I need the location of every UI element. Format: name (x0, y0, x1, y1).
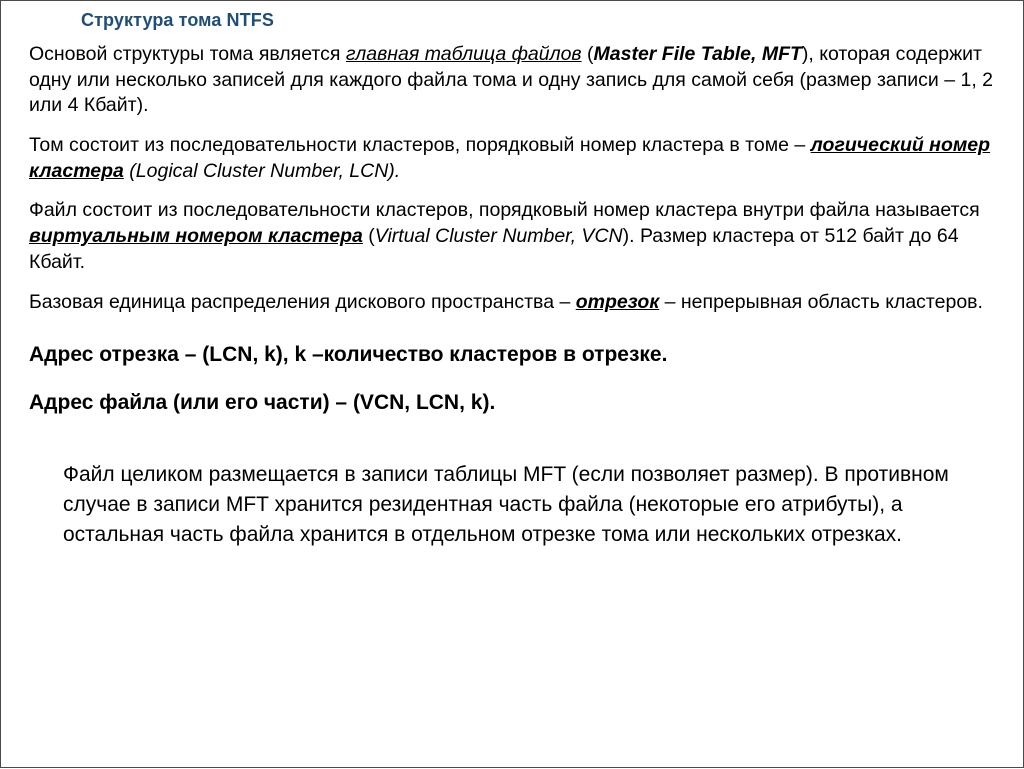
paragraph-mft-definition: Основой структуры тома является главная … (29, 42, 1003, 120)
term-virtual-cluster-number-ru: виртуальным номером кластера (29, 225, 363, 248)
term-extent-ru: отрезок (575, 290, 660, 313)
term-main-file-table-ru: главная таблица файлов (345, 42, 582, 65)
paragraph-3-segment-1: Файл состоит из последовательности класт… (29, 199, 980, 222)
paragraph-lcn-definition: Том состоит из последовательности класте… (29, 133, 1003, 185)
paragraph-4-segment-1: Базовая единица распределения дискового … (29, 290, 576, 313)
paragraph-resident-storage: Файл целиком размещается в записи таблиц… (63, 463, 949, 547)
term-master-file-table-en: Master File Table, MFT (593, 42, 802, 65)
address-formulas-block: Адрес отрезка – (LCN, k), k –количество … (29, 330, 1003, 417)
slide-container: Структура тома NTFS Основой структуры то… (0, 0, 1024, 768)
page-title: Структура тома NTFS (81, 10, 274, 30)
term-logical-cluster-number-en: (Logical Cluster Number, LCN). (129, 160, 401, 183)
resident-storage-block: Файл целиком размещается в записи таблиц… (1, 438, 1023, 550)
slide-body: Основой структуры тома является главная … (1, 32, 1023, 417)
paragraph-2-segment-1: Том состоит из последовательности класте… (29, 134, 811, 157)
paragraph-1-segment-1: Основой структуры тома является (29, 42, 346, 65)
term-virtual-cluster-number-en: Virtual Cluster Number, VCN (374, 225, 623, 248)
extent-address-formula: Адрес отрезка – (LCN, k), k –количество … (29, 342, 668, 366)
paragraph-extent-definition: Базовая единица распределения дискового … (29, 290, 1003, 316)
paragraph-3-segment-2: ( (362, 225, 375, 248)
file-address-formula: Адрес файла (или его части) – (VCN, LCN,… (29, 391, 496, 415)
paragraph-4-segment-2: – непрерывная область кластеров. (659, 290, 983, 313)
paragraph-1-segment-2: ( (581, 42, 594, 65)
paragraph-vcn-definition: Файл состоит из последовательности класт… (29, 198, 1003, 276)
